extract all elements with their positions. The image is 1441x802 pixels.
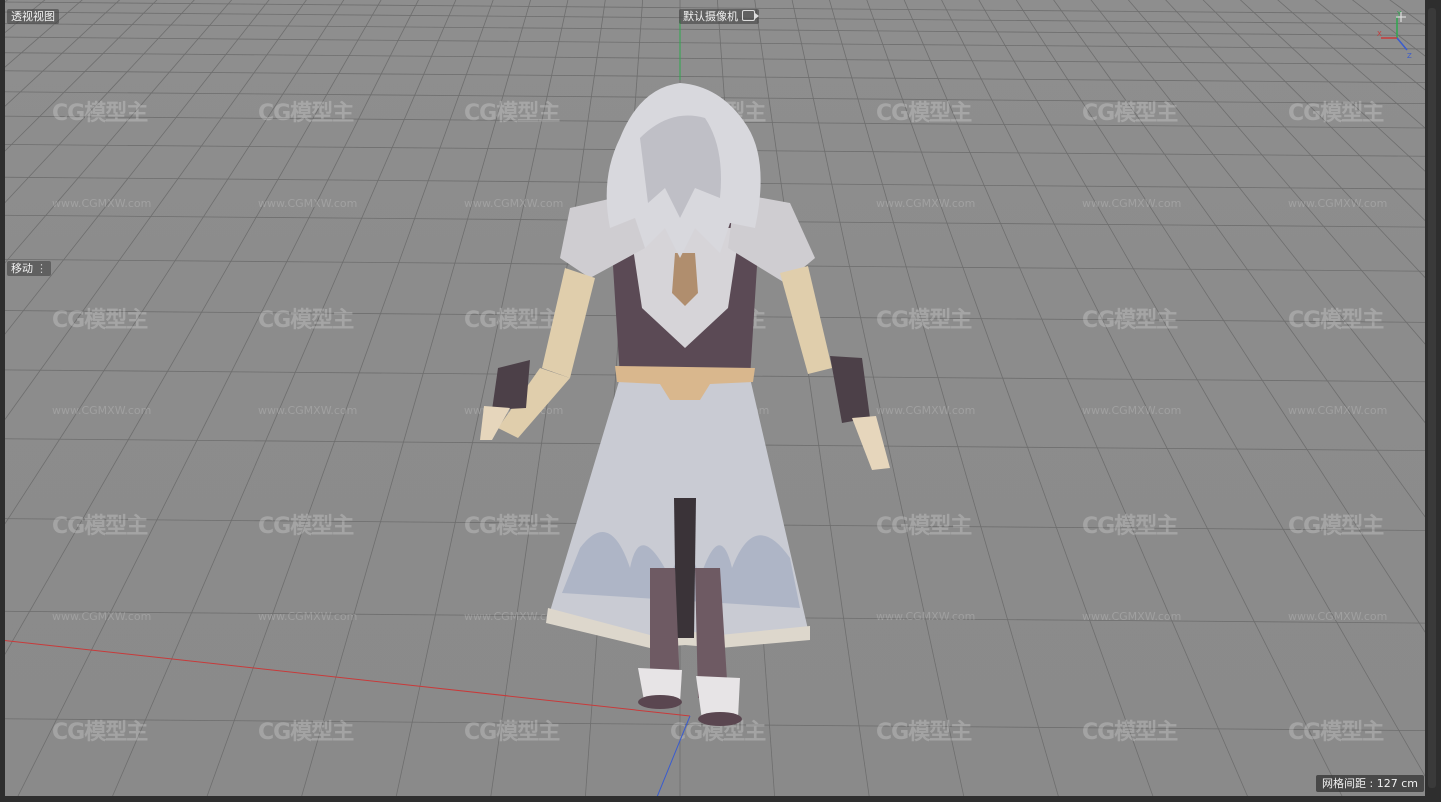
- viewport-frame-left: [0, 0, 5, 802]
- 3d-viewport[interactable]: CG模型主 www.CGMXW.com CG模型主 www.CGMXW.com CG模型…: [0, 0, 1441, 802]
- axis-lines: [0, 20, 691, 802]
- tool-label[interactable]: 移动 ⋮: [7, 261, 51, 276]
- scrollbar-track[interactable]: [1428, 8, 1436, 788]
- svg-text:X: X: [1377, 30, 1382, 38]
- camera-name-label[interactable]: 默认摄像机: [679, 9, 759, 24]
- camera-icon: [742, 10, 759, 21]
- svg-text:Z: Z: [1407, 52, 1412, 60]
- dots-icon[interactable]: ⋮: [36, 262, 47, 275]
- viewport-frame-bottom: [0, 796, 1441, 802]
- viewport-scrollbar[interactable]: [1425, 0, 1441, 802]
- view-settings-icon[interactable]: [1395, 11, 1407, 23]
- x-axis-line: [0, 639, 691, 717]
- grid-spacing-readout: 网格间距 : 127 cm: [1316, 775, 1424, 792]
- view-name-label[interactable]: 透视视图: [7, 9, 59, 24]
- z-axis-line: [654, 715, 691, 802]
